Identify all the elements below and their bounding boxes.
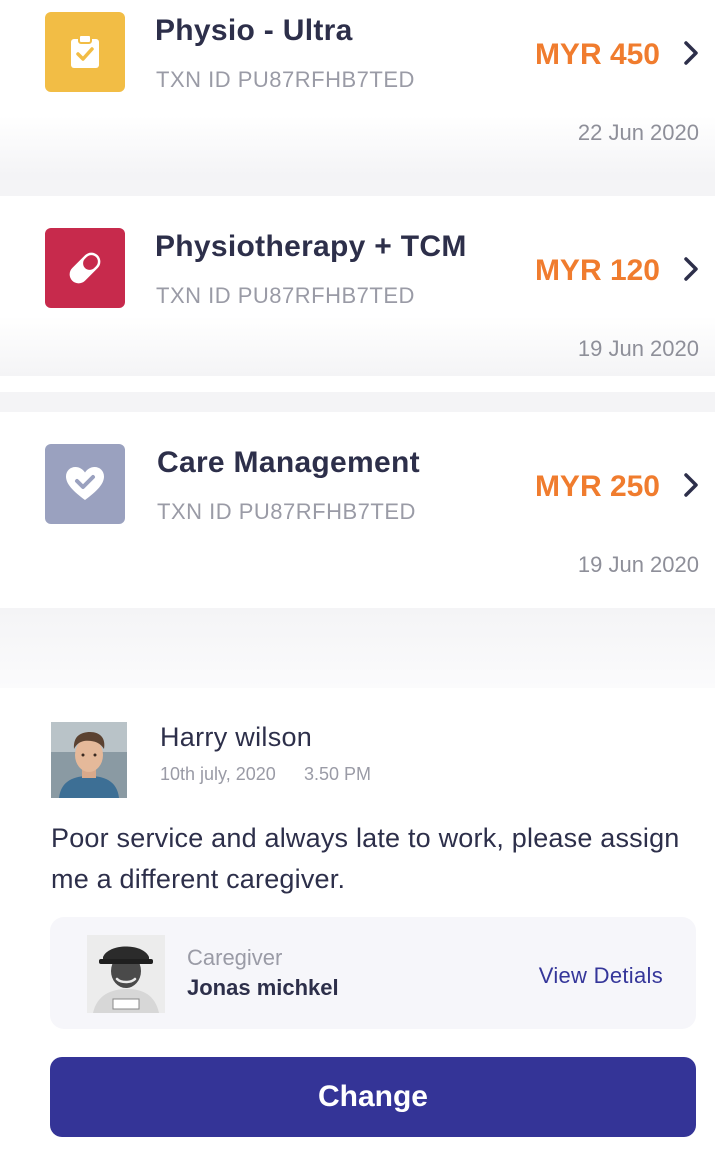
divider	[0, 392, 715, 412]
transaction-card[interactable]: Physiotherapy + TCM TXN ID PU87RFHB7TED …	[0, 196, 715, 376]
caregiver-label: Caregiver	[187, 945, 283, 970]
review-date: 10th july, 2020	[160, 764, 276, 784]
avatar	[51, 722, 127, 798]
transaction-date: 19 Jun 2020	[577, 552, 699, 577]
chevron-right-icon[interactable]	[681, 40, 701, 66]
transaction-title: Care Management	[157, 446, 420, 479]
transaction-amount: MYR 120	[534, 254, 660, 287]
review-text: Poor service and always late to work, pl…	[51, 823, 680, 894]
transaction-card[interactable]: Physio - Ultra TXN ID PU87RFHB7TED MYR 4…	[0, 0, 715, 176]
transaction-amount: MYR 250	[534, 470, 660, 503]
review-author: Harry wilson	[160, 722, 313, 752]
transaction-title: Physiotherapy + TCM	[155, 230, 467, 263]
section-separator	[0, 608, 715, 688]
divider	[0, 176, 715, 196]
transaction-id: TXN ID PU87RFHB7TED	[156, 283, 415, 308]
clipboard-check-icon	[45, 12, 125, 92]
transaction-id: TXN ID PU87RFHB7TED	[156, 67, 415, 92]
chevron-right-icon[interactable]	[681, 256, 701, 282]
review-time: 3.50 PM	[304, 764, 372, 784]
view-details-link[interactable]: View Detials	[539, 963, 663, 989]
pill-icon	[45, 228, 125, 308]
chevron-right-icon[interactable]	[681, 472, 701, 498]
transaction-card[interactable]: Care Management TXN ID PU87RFHB7TED MYR …	[0, 412, 715, 592]
transaction-amount: MYR 450	[534, 38, 660, 71]
caregiver-card: Caregiver Jonas michkel View Detials	[50, 917, 696, 1029]
caregiver-avatar	[87, 935, 165, 1013]
transaction-id: TXN ID PU87RFHB7TED	[157, 499, 416, 524]
transaction-date: 19 Jun 2020	[577, 336, 699, 361]
transaction-title: Physio - Ultra	[155, 14, 353, 47]
transaction-date: 22 Jun 2020	[577, 120, 699, 145]
change-button[interactable]: Change	[50, 1057, 696, 1137]
caregiver-name: Jonas michkel	[187, 975, 339, 1000]
heart-check-icon	[45, 444, 125, 524]
